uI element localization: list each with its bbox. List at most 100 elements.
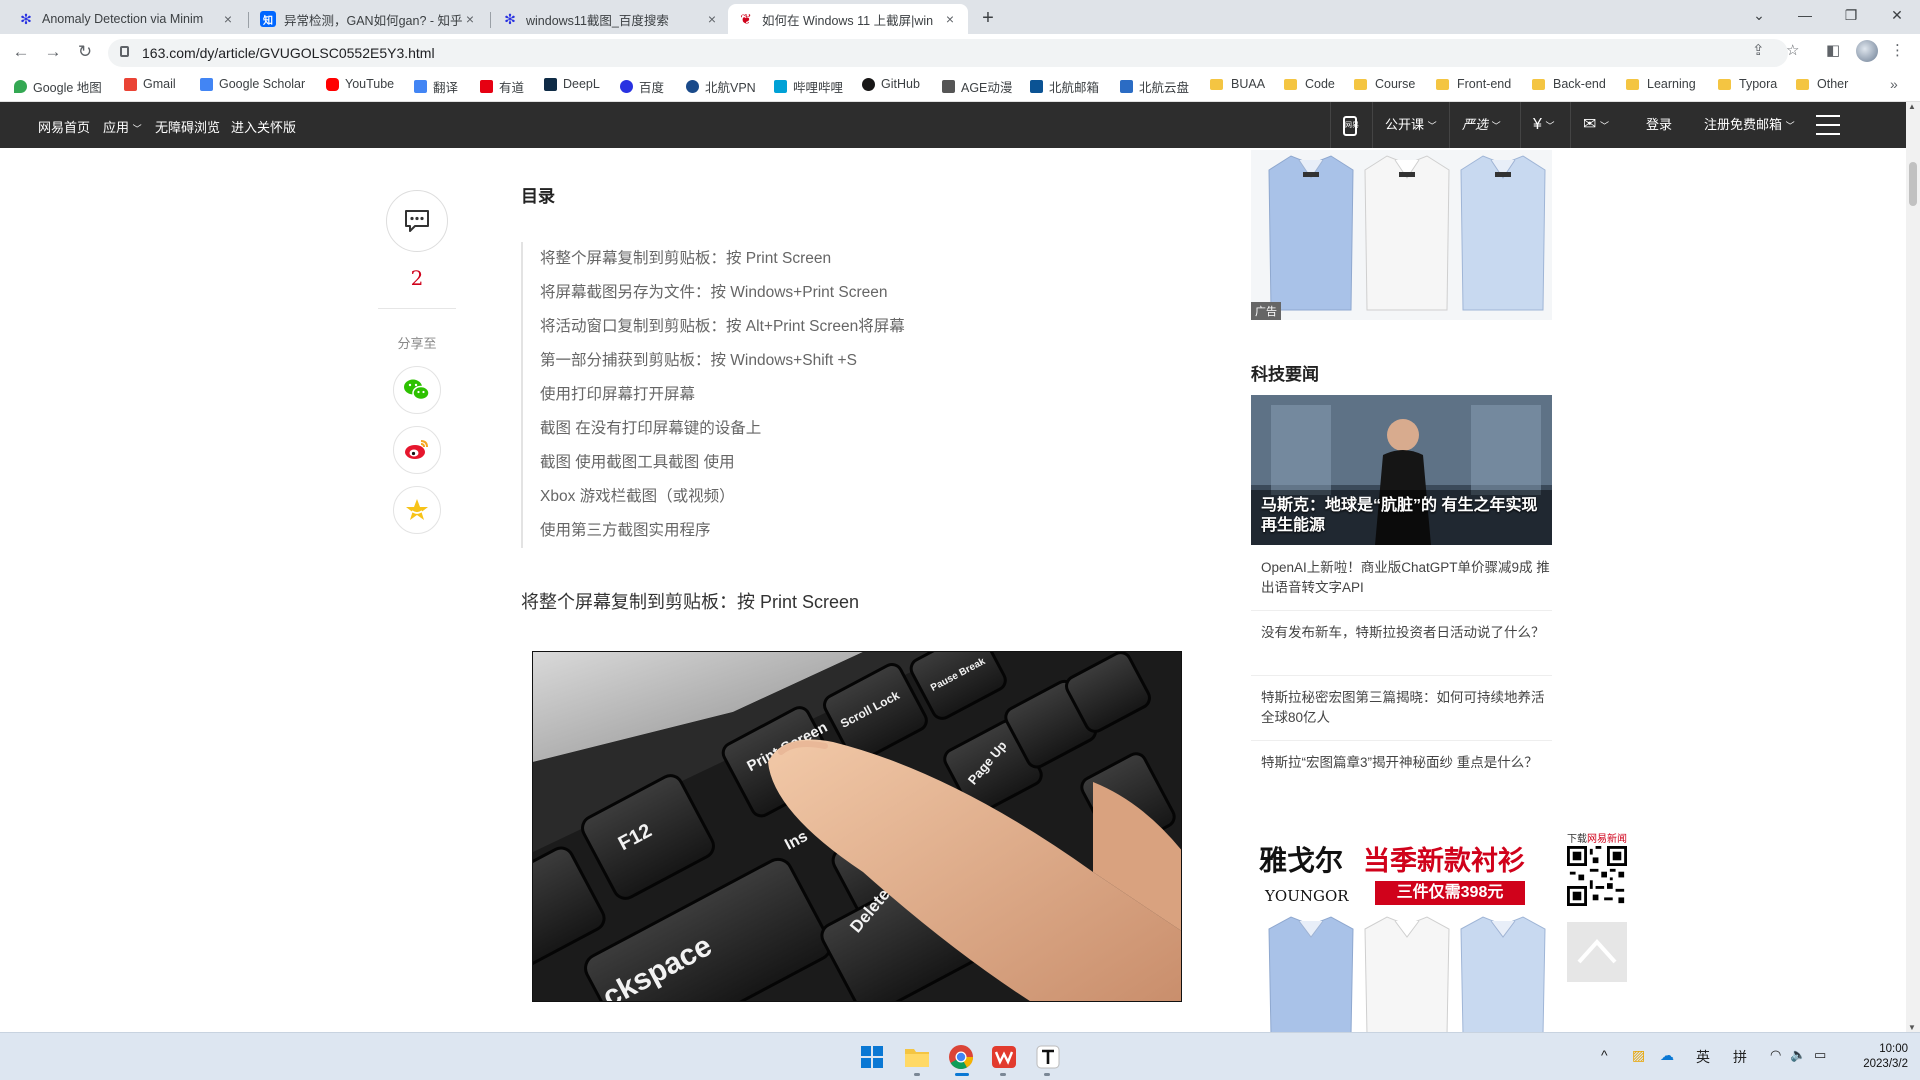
page-scrollbar[interactable]: ▲ ▼ <box>1906 102 1920 1032</box>
battery-icon[interactable]: ▭ <box>1814 1047 1826 1063</box>
nav-mail[interactable]: ✉ ﹀ <box>1570 102 1621 148</box>
minimize-button[interactable]: — <box>1782 0 1828 34</box>
toc-item[interactable]: 第一部分捕获到剪贴板：按 Windows+Shift +S <box>540 344 905 378</box>
nav-login[interactable]: 登录 <box>1626 102 1684 148</box>
running-indicator <box>955 1073 969 1076</box>
bookmark-folder-code[interactable]: Code <box>1284 77 1335 91</box>
bookmark-buaa-mail[interactable]: 北航邮箱 <box>1030 77 1099 96</box>
address-bar[interactable]: 163.com/dy/article/GVUGOLSC0552E5Y3.html <box>108 39 1788 67</box>
forward-button[interactable]: → <box>42 41 64 63</box>
toc-item[interactable]: Xbox 游戏栏截图（或视频） <box>540 480 905 514</box>
close-tab-icon[interactable]: × <box>462 11 478 27</box>
bookmark-youdao[interactable]: 有道 <box>480 77 524 96</box>
ime-language-indicator[interactable]: 英 <box>1696 1047 1710 1067</box>
scrollbar-thumb[interactable] <box>1909 162 1917 206</box>
back-to-top-button[interactable] <box>1567 922 1627 982</box>
security-shield-icon[interactable]: ▨ <box>1632 1047 1645 1064</box>
bookmark-gmail[interactable]: Gmail <box>124 77 176 91</box>
wps-taskbar-icon[interactable] <box>990 1043 1018 1071</box>
bookmark-github[interactable]: GitHub <box>862 77 920 91</box>
top-story-card[interactable]: 马斯克：地球是“肮脏”的 有生之年实现再生能源 <box>1251 395 1552 545</box>
scroll-down-icon[interactable]: ▼ <box>1908 1023 1916 1032</box>
more-bookmarks-icon[interactable]: » <box>1890 76 1898 92</box>
ime-pinyin-indicator[interactable]: 拼 <box>1733 1047 1747 1067</box>
bookmark-folder-backend[interactable]: Back-end <box>1532 77 1606 91</box>
bilibili-tv-icon <box>774 80 787 93</box>
hamburger-menu-icon[interactable] <box>1816 115 1840 135</box>
tab-3[interactable]: ✻ windows11截图_百度搜索 × <box>492 4 730 34</box>
file-explorer-icon[interactable] <box>903 1043 931 1071</box>
bookmark-youtube[interactable]: YouTube <box>326 77 394 91</box>
news-item[interactable]: 没有发布新车，特斯拉投资者日活动说了什么？ <box>1261 623 1551 643</box>
close-tab-icon[interactable]: × <box>942 11 958 27</box>
bookmark-folder-frontend[interactable]: Front-end <box>1436 77 1511 91</box>
tab-1[interactable]: ✻ Anomaly Detection via Minim × <box>8 4 246 34</box>
toc-item[interactable]: 使用第三方截图实用程序 <box>540 514 905 548</box>
bookmark-deepl[interactable]: DeepL <box>544 77 600 91</box>
nav-care-mode[interactable]: 进入关怀版 <box>231 117 296 136</box>
bookmark-buaa-pan[interactable]: 北航云盘 <box>1120 77 1189 96</box>
share-weibo-button[interactable] <box>393 426 441 474</box>
side-panel-icon[interactable]: ◧ <box>1826 41 1840 59</box>
bookmark-folder-other[interactable]: Other <box>1796 77 1848 91</box>
url-text[interactable]: 163.com/dy/article/GVUGOLSC0552E5Y3.html <box>142 45 435 61</box>
chrome-taskbar-icon[interactable] <box>947 1043 975 1071</box>
back-button[interactable]: ← <box>10 41 32 63</box>
bookmark-star-icon[interactable]: ☆ <box>1786 41 1799 59</box>
bookmark-age[interactable]: AGE动漫 <box>942 77 1012 96</box>
restore-button[interactable]: ❐ <box>1828 0 1874 34</box>
profile-avatar[interactable] <box>1856 40 1878 62</box>
bookmark-google-maps[interactable]: Google 地图 <box>14 77 102 96</box>
nav-yanxuan[interactable]: 严选 ﹀ <box>1449 102 1513 148</box>
wifi-icon[interactable]: ◠ <box>1770 1047 1781 1063</box>
bookmark-baidu[interactable]: 百度 <box>620 77 664 96</box>
favorite-button[interactable] <box>393 486 441 534</box>
share-wechat-button[interactable] <box>393 366 441 414</box>
youngor-ad[interactable]: 雅戈尔 YOUNGOR 当季新款衬衫 三件仅需398元 <box>1251 829 1552 1032</box>
tab-4-active[interactable]: ❦ 如何在 Windows 11 上截屏|win × <box>728 4 968 34</box>
comment-count[interactable]: 2 <box>384 266 450 290</box>
toc-item[interactable]: 将整个屏幕复制到剪贴板：按 Print Screen <box>540 242 905 276</box>
nav-apps[interactable]: 应用 ﹀ <box>103 117 142 136</box>
show-hidden-icons-chevron[interactable]: ^ <box>1601 1047 1608 1063</box>
onedrive-cloud-icon[interactable]: ☁ <box>1660 1047 1674 1064</box>
toc-item[interactable]: 截图 在没有打印屏幕键的设备上 <box>540 412 905 446</box>
comment-button[interactable] <box>386 190 448 252</box>
close-tab-icon[interactable]: × <box>220 11 236 27</box>
new-tab-button[interactable]: + <box>976 6 1000 30</box>
bookmark-translate[interactable]: 翻译 <box>414 77 458 96</box>
nav-open-course[interactable]: 公开课 ﹀ <box>1372 102 1449 148</box>
system-clock[interactable]: 10:00 2023/3/2 <box>1852 1042 1908 1072</box>
windows-start-icon[interactable] <box>858 1043 886 1071</box>
toc-item[interactable]: 截图 使用截图工具截图 使用 <box>540 446 905 480</box>
news-item[interactable]: 特斯拉秘密宏图第三篇揭晓：如何可持续地养活全球80亿人 <box>1261 688 1551 728</box>
bookmark-folder-course[interactable]: Course <box>1354 77 1415 91</box>
tab-search-chevron-icon[interactable]: ⌄ <box>1736 0 1782 34</box>
toc-item[interactable]: 将屏幕截图另存为文件：按 Windows+Print Screen <box>540 276 905 310</box>
scroll-up-icon[interactable]: ▲ <box>1908 102 1916 111</box>
tab-2[interactable]: 知 异常检测，GAN如何gan? - 知乎 × <box>250 4 488 34</box>
typora-taskbar-icon[interactable] <box>1034 1043 1062 1071</box>
toc-item[interactable]: 使用打印屏幕打开屏幕 <box>540 378 905 412</box>
chrome-menu-icon[interactable]: ⋮ <box>1890 41 1905 59</box>
bookmark-google-scholar[interactable]: Google Scholar <box>200 77 305 91</box>
bookmark-bilibili[interactable]: 哔哩哔哩 <box>774 77 843 96</box>
nav-mobile-netease[interactable]: 网易 <box>1330 102 1369 148</box>
share-page-icon[interactable]: ⇪ <box>1752 41 1765 59</box>
bookmark-folder-buaa[interactable]: BUAA <box>1210 77 1265 91</box>
bookmark-folder-typora[interactable]: Typora <box>1718 77 1777 91</box>
reload-button[interactable]: ↻ <box>74 41 96 63</box>
nav-netease-home[interactable]: 网易首页 <box>38 117 90 136</box>
nav-accessibility[interactable]: 无障碍浏览 <box>155 117 220 136</box>
speaker-muted-icon[interactable]: 🔈 <box>1790 1047 1806 1063</box>
shirt-ad-image[interactable] <box>1251 150 1552 320</box>
close-window-button[interactable]: ✕ <box>1874 0 1920 34</box>
news-item[interactable]: 特斯拉“宏图篇章3”揭开神秘面纱 重点是什么？ <box>1261 753 1551 773</box>
nav-finance[interactable]: ¥ ﹀ <box>1520 102 1567 148</box>
news-item[interactable]: OpenAI上新啦！商业版ChatGPT单价骤减9成 推出语音转文字API <box>1261 558 1551 598</box>
bookmark-folder-learning[interactable]: Learning <box>1626 77 1696 91</box>
close-tab-icon[interactable]: × <box>704 11 720 27</box>
toc-item[interactable]: 将活动窗口复制到剪贴板：按 Alt+Print Screen将屏幕 <box>540 310 905 344</box>
nav-register-mail[interactable]: 注册免费邮箱 ﹀ <box>1684 102 1807 148</box>
bookmark-buaa-vpn[interactable]: 北航VPN <box>686 77 756 96</box>
